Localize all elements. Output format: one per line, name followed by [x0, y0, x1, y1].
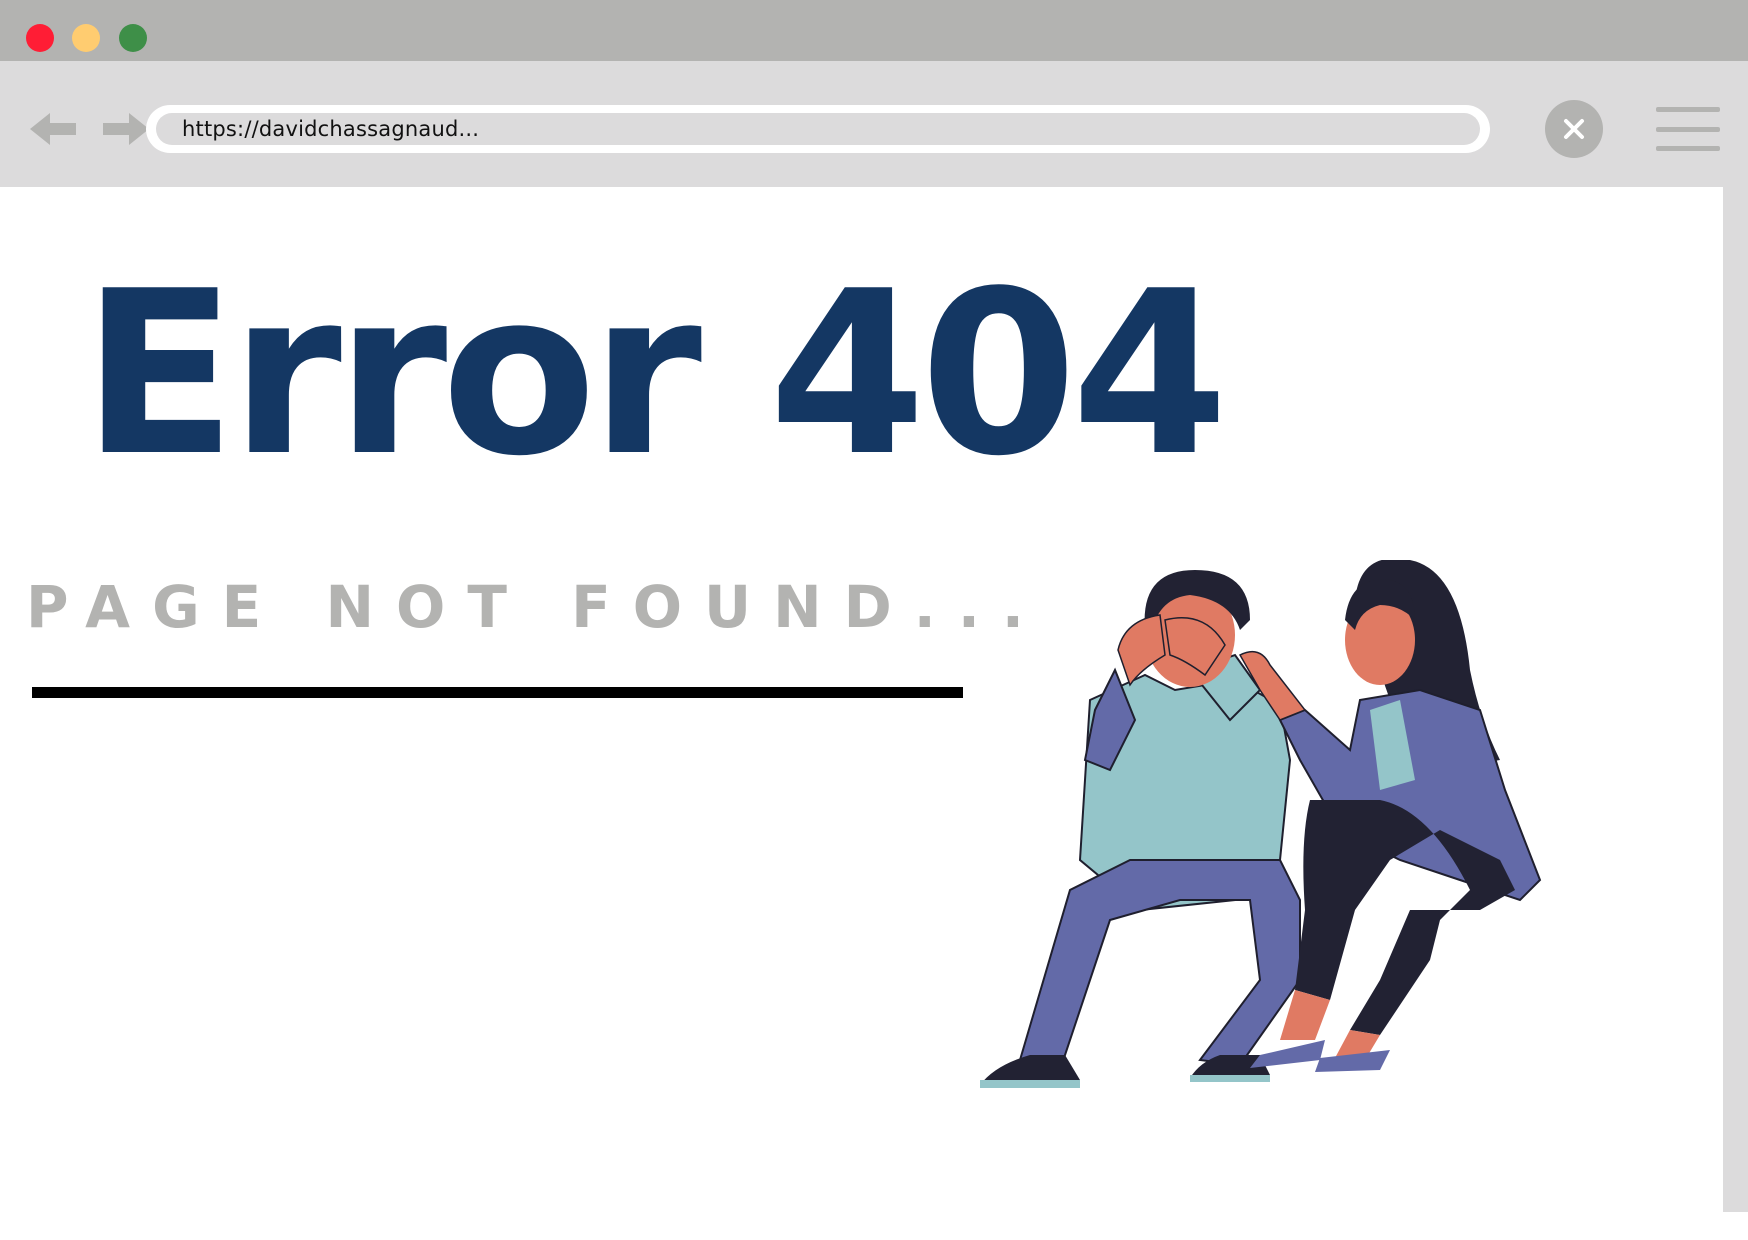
hamburger-menu-icon[interactable] — [1656, 105, 1720, 153]
menu-line — [1656, 146, 1720, 151]
browser-toolbar: https://davidchassagnaud... — [0, 61, 1748, 187]
address-field[interactable]: https://davidchassagnaud... — [156, 113, 1480, 145]
man-figure — [980, 570, 1301, 1088]
arrow-right-icon — [103, 113, 149, 145]
address-bar[interactable]: https://davidchassagnaud... — [146, 105, 1490, 153]
window-titlebar — [0, 0, 1748, 61]
window-close-dot[interactable] — [26, 24, 54, 52]
close-tab-button[interactable] — [1545, 100, 1603, 158]
page-subtitle: PAGE NOT FOUND... — [26, 573, 1046, 641]
forward-button[interactable] — [97, 109, 149, 149]
page-title: Error 404 — [82, 243, 1228, 506]
menu-line — [1656, 126, 1720, 132]
vertical-scrollbar[interactable] — [1723, 187, 1748, 1212]
arrow-left-icon — [30, 113, 76, 145]
title-divider — [32, 687, 963, 698]
window-zoom-dot[interactable] — [119, 24, 147, 52]
menu-line — [1656, 107, 1720, 112]
window-minimize-dot[interactable] — [72, 24, 100, 52]
close-icon — [1564, 119, 1584, 139]
back-button[interactable] — [30, 109, 82, 149]
url-text: https://davidchassagnaud... — [182, 117, 480, 141]
illustration-two-people-sitting — [980, 560, 1542, 1088]
